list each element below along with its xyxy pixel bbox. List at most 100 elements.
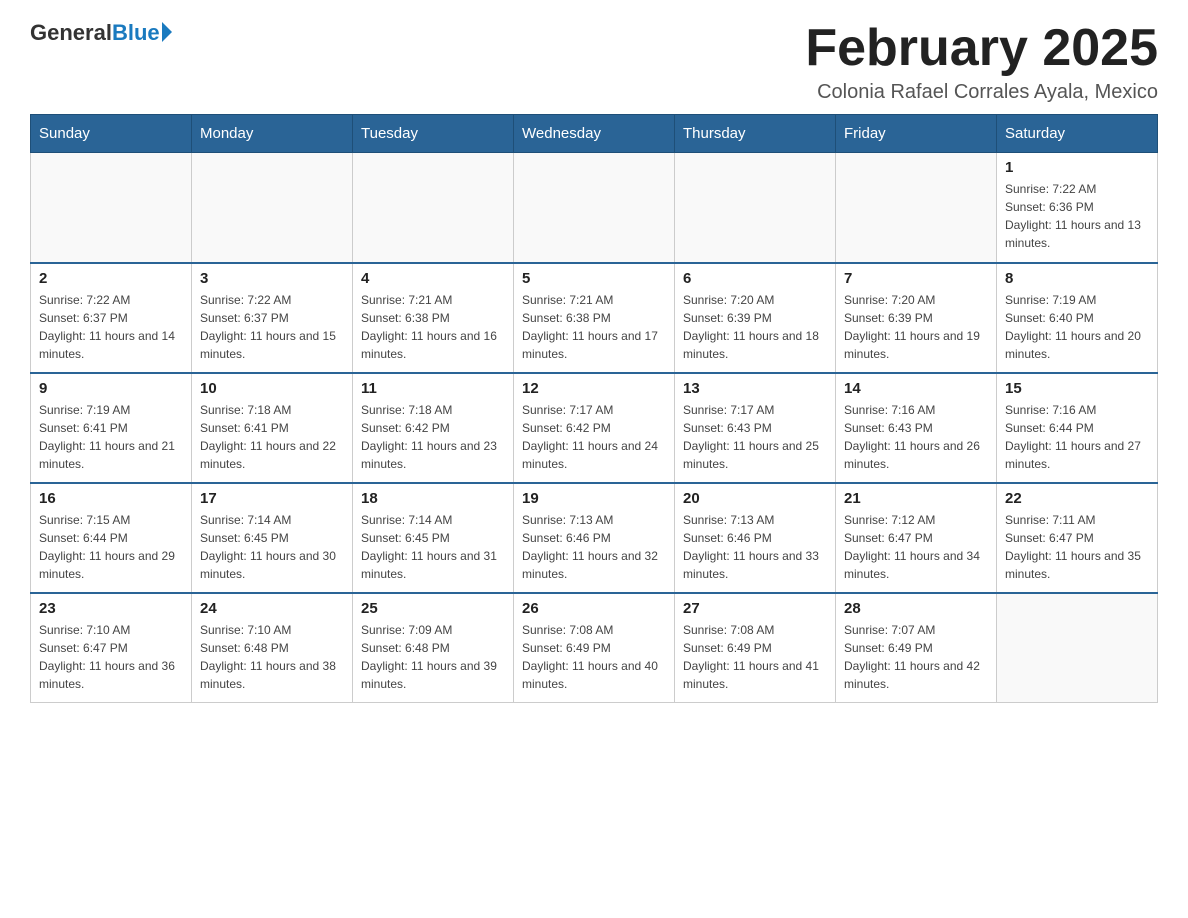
calendar-cell: 26Sunrise: 7:08 AMSunset: 6:49 PMDayligh… xyxy=(514,593,675,703)
calendar-cell: 3 Sunrise: 7:22 AMSunset: 6:37 PMDaylight… xyxy=(192,263,353,373)
logo-general-text: General xyxy=(30,20,112,46)
calendar-week-row: 9 Sunrise: 7:19 AMSunset: 6:41 PMDaylight… xyxy=(31,373,1158,483)
day-header-sunday: Sunday xyxy=(31,115,192,153)
day-info: Sunrise: 7:22 AMSunset: 6:37 PMDaylight:… xyxy=(200,291,344,363)
calendar-cell: 7 Sunrise: 7:20 AMSunset: 6:39 PMDaylight… xyxy=(836,263,997,373)
logo: General Blue xyxy=(30,20,172,46)
day-number: 19 xyxy=(522,490,666,507)
day-number: 1 xyxy=(1005,159,1149,176)
calendar-cell: 15 Sunrise: 7:16 AMSunset: 6:44 PMDayligh… xyxy=(997,373,1158,483)
calendar-cell xyxy=(353,153,514,263)
calendar-cell: 28 Sunrise: 7:07 AMSunset: 6:49 PMDayligh… xyxy=(836,593,997,703)
calendar-cell xyxy=(31,153,192,263)
day-number: 24 xyxy=(200,600,344,617)
day-number: 2 xyxy=(39,270,183,287)
calendar-cell xyxy=(514,153,675,263)
calendar-cell: 19 Sunrise: 7:13 AMSunset: 6:46 PMDayligh… xyxy=(514,483,675,593)
calendar-cell: 10 Sunrise: 7:18 AMSunset: 6:41 PMDayligh… xyxy=(192,373,353,483)
day-header-wednesday: Wednesday xyxy=(514,115,675,153)
calendar-week-row: 2 Sunrise: 7:22 AMSunset: 6:37 PMDaylight… xyxy=(31,263,1158,373)
calendar-cell: 14 Sunrise: 7:16 AMSunset: 6:43 PMDayligh… xyxy=(836,373,997,483)
calendar-cell xyxy=(997,593,1158,703)
title-block: February 2025 Colonia Rafael Corrales Ay… xyxy=(805,20,1158,104)
day-number: 20 xyxy=(683,490,827,507)
calendar-cell: 12 Sunrise: 7:17 AMSunset: 6:42 PMDayligh… xyxy=(514,373,675,483)
day-number: 5 xyxy=(522,270,666,287)
calendar-cell: 17 Sunrise: 7:14 AMSunset: 6:45 PMDayligh… xyxy=(192,483,353,593)
calendar-cell xyxy=(836,153,997,263)
day-number: 25 xyxy=(361,600,505,617)
calendar-cell: 5 Sunrise: 7:21 AMSunset: 6:38 PMDaylight… xyxy=(514,263,675,373)
day-info: Sunrise: 7:18 AMSunset: 6:42 PMDaylight:… xyxy=(361,401,505,473)
logo-blue-text: Blue xyxy=(112,20,160,46)
day-info: Sunrise: 7:20 AMSunset: 6:39 PMDaylight:… xyxy=(844,291,988,363)
calendar-cell: 13 Sunrise: 7:17 AMSunset: 6:43 PMDayligh… xyxy=(675,373,836,483)
day-info: Sunrise: 7:21 AMSunset: 6:38 PMDaylight:… xyxy=(361,291,505,363)
day-number: 17 xyxy=(200,490,344,507)
day-number: 3 xyxy=(200,270,344,287)
days-header-row: SundayMondayTuesdayWednesdayThursdayFrid… xyxy=(31,115,1158,153)
day-info: Sunrise: 7:22 AMSunset: 6:36 PMDaylight:… xyxy=(1005,180,1149,252)
day-number: 22 xyxy=(1005,490,1149,507)
calendar-cell: 6 Sunrise: 7:20 AMSunset: 6:39 PMDaylight… xyxy=(675,263,836,373)
calendar-cell: 4 Sunrise: 7:21 AMSunset: 6:38 PMDaylight… xyxy=(353,263,514,373)
day-info: Sunrise: 7:19 AMSunset: 6:41 PMDaylight:… xyxy=(39,401,183,473)
calendar-cell: 22Sunrise: 7:11 AMSunset: 6:47 PMDayligh… xyxy=(997,483,1158,593)
day-number: 27 xyxy=(683,600,827,617)
day-number: 15 xyxy=(1005,380,1149,397)
day-number: 7 xyxy=(844,270,988,287)
calendar-cell xyxy=(192,153,353,263)
calendar-cell: 1 Sunrise: 7:22 AMSunset: 6:36 PMDaylight… xyxy=(997,153,1158,263)
day-info: Sunrise: 7:20 AMSunset: 6:39 PMDaylight:… xyxy=(683,291,827,363)
calendar-cell: 2 Sunrise: 7:22 AMSunset: 6:37 PMDaylight… xyxy=(31,263,192,373)
day-number: 14 xyxy=(844,380,988,397)
calendar-cell: 16Sunrise: 7:15 AMSunset: 6:44 PMDayligh… xyxy=(31,483,192,593)
day-number: 11 xyxy=(361,380,505,397)
day-info: Sunrise: 7:18 AMSunset: 6:41 PMDaylight:… xyxy=(200,401,344,473)
day-info: Sunrise: 7:17 AMSunset: 6:42 PMDaylight:… xyxy=(522,401,666,473)
calendar-week-row: 1 Sunrise: 7:22 AMSunset: 6:36 PMDaylight… xyxy=(31,153,1158,263)
logo-triangle-icon xyxy=(162,22,172,42)
day-info: Sunrise: 7:13 AMSunset: 6:46 PMDaylight:… xyxy=(522,511,666,583)
day-header-monday: Monday xyxy=(192,115,353,153)
calendar-table: SundayMondayTuesdayWednesdayThursdayFrid… xyxy=(30,114,1158,703)
day-info: Sunrise: 7:17 AMSunset: 6:43 PMDaylight:… xyxy=(683,401,827,473)
day-header-saturday: Saturday xyxy=(997,115,1158,153)
day-number: 10 xyxy=(200,380,344,397)
day-number: 18 xyxy=(361,490,505,507)
calendar-title: February 2025 xyxy=(805,20,1158,77)
day-number: 13 xyxy=(683,380,827,397)
day-info: Sunrise: 7:12 AMSunset: 6:47 PMDaylight:… xyxy=(844,511,988,583)
day-number: 16 xyxy=(39,490,183,507)
calendar-week-row: 16Sunrise: 7:15 AMSunset: 6:44 PMDayligh… xyxy=(31,483,1158,593)
day-info: Sunrise: 7:19 AMSunset: 6:40 PMDaylight:… xyxy=(1005,291,1149,363)
day-info: Sunrise: 7:07 AMSunset: 6:49 PMDaylight:… xyxy=(844,621,988,693)
calendar-cell xyxy=(675,153,836,263)
day-number: 21 xyxy=(844,490,988,507)
day-number: 4 xyxy=(361,270,505,287)
day-info: Sunrise: 7:14 AMSunset: 6:45 PMDaylight:… xyxy=(361,511,505,583)
calendar-cell: 21 Sunrise: 7:12 AMSunset: 6:47 PMDayligh… xyxy=(836,483,997,593)
day-number: 9 xyxy=(39,380,183,397)
day-number: 28 xyxy=(844,600,988,617)
day-info: Sunrise: 7:14 AMSunset: 6:45 PMDaylight:… xyxy=(200,511,344,583)
calendar-week-row: 23 Sunrise: 7:10 AMSunset: 6:47 PMDayligh… xyxy=(31,593,1158,703)
day-header-tuesday: Tuesday xyxy=(353,115,514,153)
logo-blue-part: Blue xyxy=(112,20,172,46)
day-number: 6 xyxy=(683,270,827,287)
day-info: Sunrise: 7:16 AMSunset: 6:44 PMDaylight:… xyxy=(1005,401,1149,473)
page-header: General Blue February 2025 Colonia Rafae… xyxy=(30,20,1158,104)
day-info: Sunrise: 7:08 AMSunset: 6:49 PMDaylight:… xyxy=(683,621,827,693)
day-info: Sunrise: 7:09 AMSunset: 6:48 PMDaylight:… xyxy=(361,621,505,693)
day-info: Sunrise: 7:22 AMSunset: 6:37 PMDaylight:… xyxy=(39,291,183,363)
day-number: 12 xyxy=(522,380,666,397)
day-info: Sunrise: 7:10 AMSunset: 6:47 PMDaylight:… xyxy=(39,621,183,693)
calendar-cell: 9 Sunrise: 7:19 AMSunset: 6:41 PMDaylight… xyxy=(31,373,192,483)
day-info: Sunrise: 7:21 AMSunset: 6:38 PMDaylight:… xyxy=(522,291,666,363)
calendar-cell: 27 Sunrise: 7:08 AMSunset: 6:49 PMDayligh… xyxy=(675,593,836,703)
day-info: Sunrise: 7:13 AMSunset: 6:46 PMDaylight:… xyxy=(683,511,827,583)
day-info: Sunrise: 7:16 AMSunset: 6:43 PMDaylight:… xyxy=(844,401,988,473)
calendar-cell: 11 Sunrise: 7:18 AMSunset: 6:42 PMDayligh… xyxy=(353,373,514,483)
day-number: 23 xyxy=(39,600,183,617)
day-header-friday: Friday xyxy=(836,115,997,153)
